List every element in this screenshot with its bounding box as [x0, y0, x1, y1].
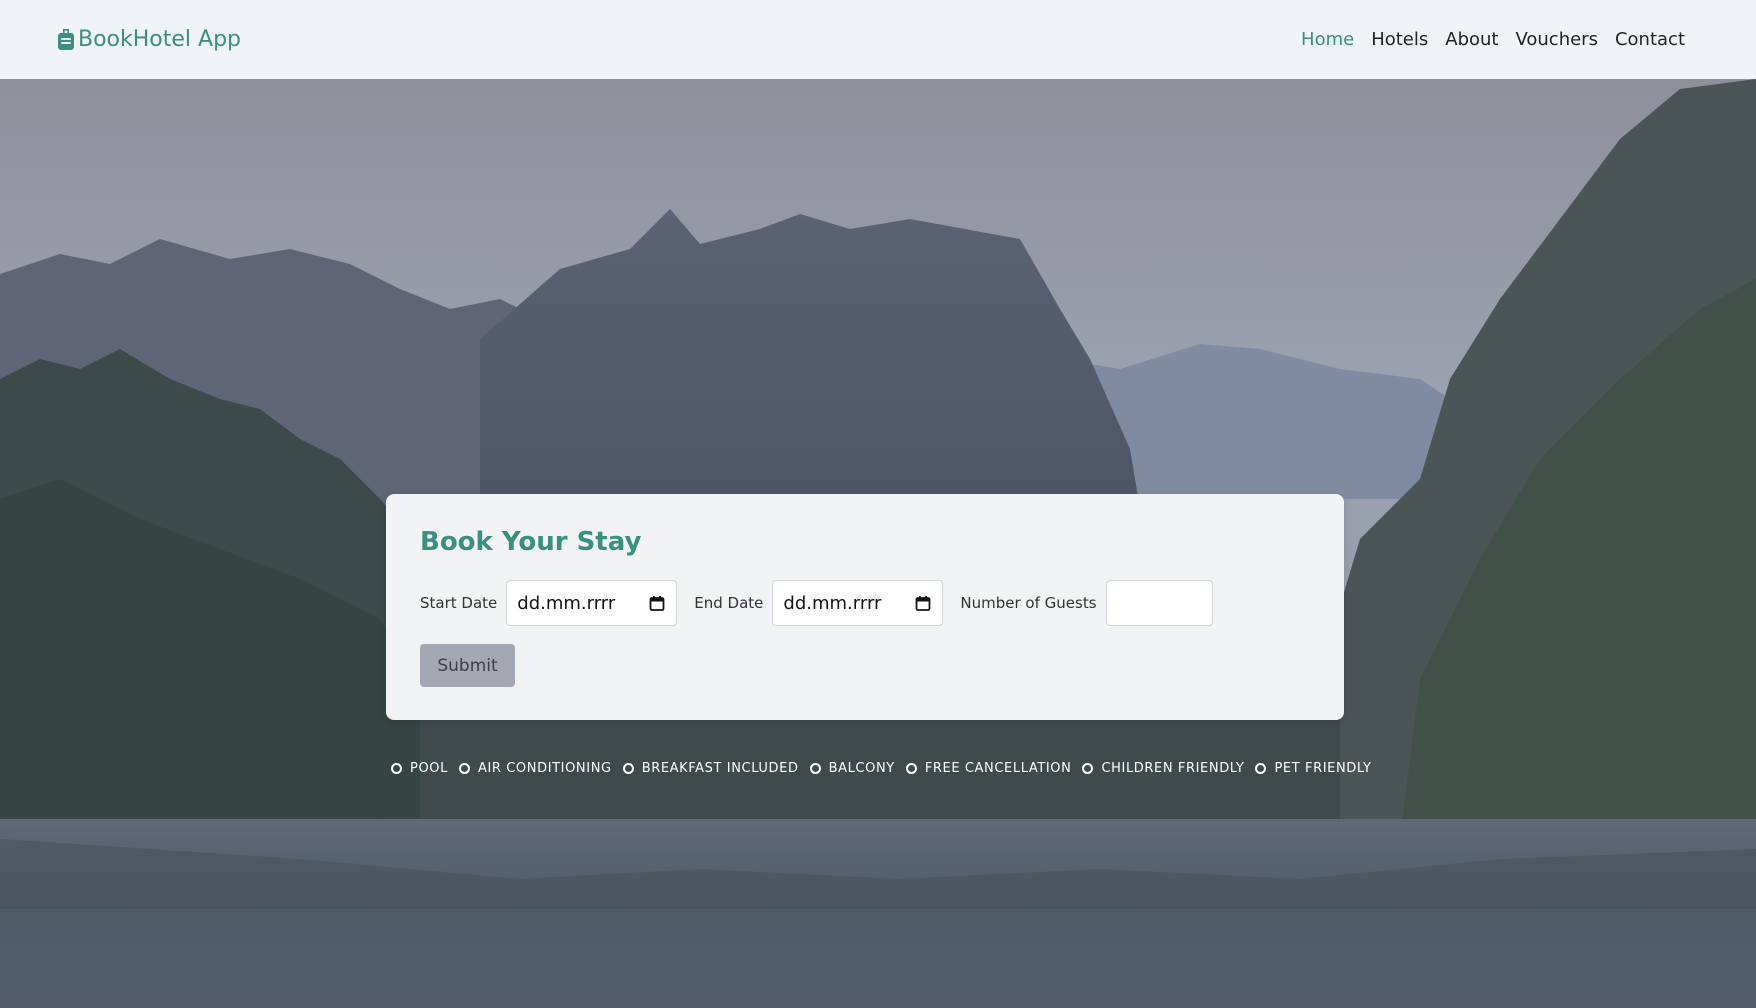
- calendar-icon[interactable]: [649, 595, 665, 611]
- booking-form-row: Start Date dd.mm.rrrr End Date dd.mm.rrr…: [420, 580, 1213, 626]
- end-date-value: dd.mm.rrrr: [783, 592, 882, 614]
- nav-hotels[interactable]: Hotels: [1371, 29, 1428, 50]
- radio-icon[interactable]: [622, 763, 634, 774]
- start-date-input[interactable]: dd.mm.rrrr: [506, 580, 678, 626]
- amenity-label: CHILDREN FRIENDLY: [1101, 761, 1245, 776]
- amenity-label: AIR CONDITIONING: [477, 761, 612, 776]
- radio-icon[interactable]: [458, 763, 470, 774]
- amenity-label: FREE CANCELLATION: [924, 761, 1072, 776]
- start-date-label: Start Date: [420, 594, 498, 612]
- suitcase-icon: [58, 28, 74, 50]
- amenity-children-friendly[interactable]: CHILDREN FRIENDLY: [1082, 761, 1244, 776]
- amenity-free-cancellation[interactable]: FREE CANCELLATION: [905, 761, 1072, 776]
- radio-icon[interactable]: [1255, 763, 1267, 774]
- amenity-label: BALCONY: [828, 761, 895, 776]
- booking-title: Book Your Stay: [420, 527, 642, 557]
- amenity-label: POOL: [410, 761, 448, 776]
- radio-icon[interactable]: [391, 763, 402, 774]
- guests-label: Number of Guests: [960, 594, 1097, 612]
- end-date-input[interactable]: dd.mm.rrrr: [772, 580, 944, 626]
- brand-link[interactable]: BookHotel App: [58, 27, 241, 52]
- amenity-breakfast-included[interactable]: BREAKFAST INCLUDED: [622, 761, 799, 776]
- main-nav: Home Hotels About Vouchers Contact: [1301, 29, 1685, 50]
- amenity-balcony[interactable]: BALCONY: [809, 761, 895, 776]
- nav-contact[interactable]: Contact: [1615, 29, 1685, 50]
- submit-button[interactable]: Submit: [420, 644, 515, 687]
- amenity-label: PET FRIENDLY: [1274, 761, 1372, 776]
- guests-input[interactable]: [1105, 580, 1213, 626]
- amenities-filter: POOL AIR CONDITIONING BREAKFAST INCLUDED…: [391, 761, 1383, 776]
- amenity-pet-friendly[interactable]: PET FRIENDLY: [1255, 761, 1371, 776]
- amenity-air-conditioning[interactable]: AIR CONDITIONING: [458, 761, 612, 776]
- end-date-label: End Date: [694, 594, 764, 612]
- booking-card: Book Your Stay Start Date dd.mm.rrrr End…: [386, 494, 1344, 720]
- radio-icon[interactable]: [809, 763, 821, 774]
- nav-home[interactable]: Home: [1301, 29, 1354, 50]
- submit-label: Submit: [437, 655, 498, 676]
- nav-about[interactable]: About: [1445, 29, 1498, 50]
- nav-vouchers[interactable]: Vouchers: [1515, 29, 1598, 50]
- start-date-value: dd.mm.rrrr: [517, 592, 616, 614]
- radio-icon[interactable]: [905, 763, 917, 774]
- brand-name: BookHotel App: [78, 27, 242, 52]
- navbar: BookHotel App Home Hotels About Vouchers…: [0, 0, 1756, 79]
- amenity-label: BREAKFAST INCLUDED: [641, 761, 799, 776]
- amenity-pool[interactable]: POOL: [391, 761, 448, 776]
- radio-icon[interactable]: [1082, 763, 1094, 774]
- calendar-icon[interactable]: [915, 595, 931, 611]
